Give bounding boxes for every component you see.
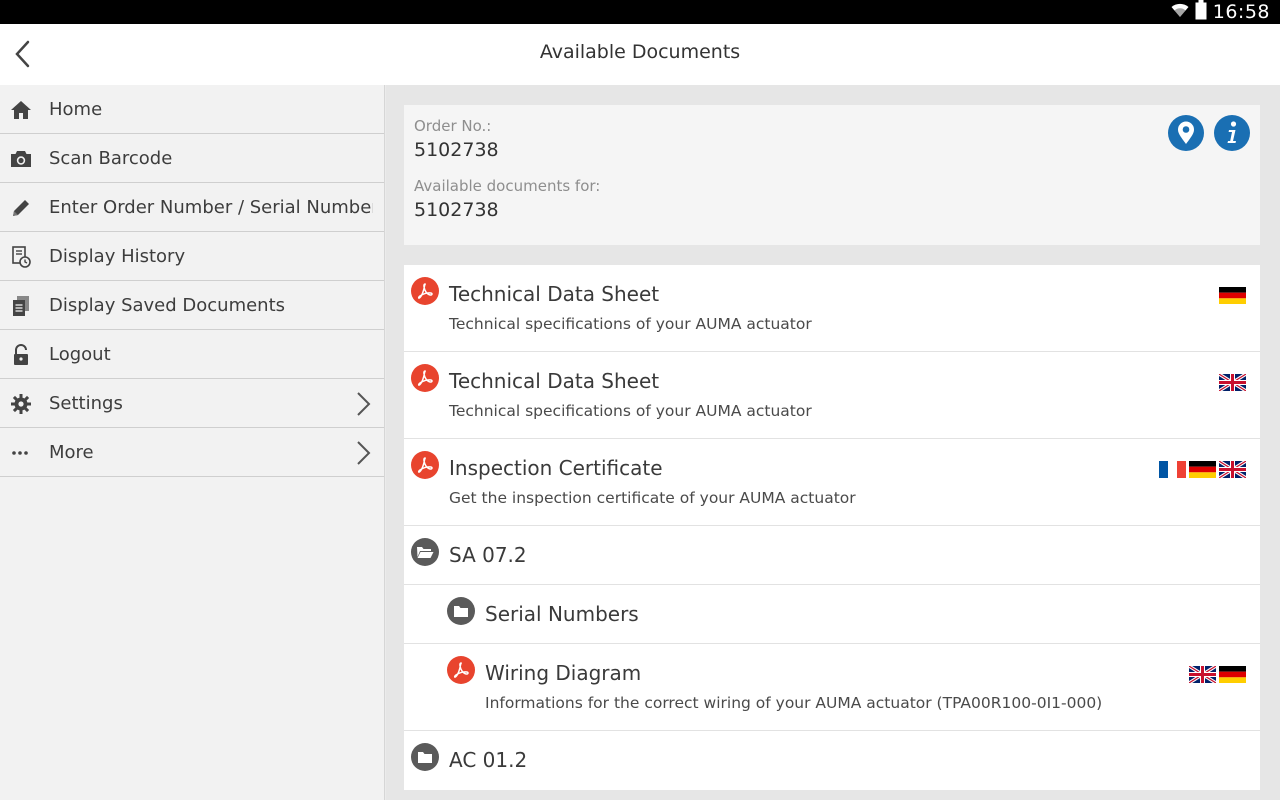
language-flags <box>1219 287 1246 304</box>
status-bar: 16:58 <box>0 0 1280 24</box>
pdf-icon <box>411 364 439 392</box>
list-item[interactable]: AC 01.2 <box>404 731 1260 790</box>
info-icon <box>1227 121 1237 143</box>
sidebar-item-display-history[interactable]: Display History <box>0 232 384 281</box>
folder-title: Serial Numbers <box>485 602 639 626</box>
order-info-card: Order No.: 5102738 Available documents f… <box>404 105 1260 245</box>
document-description: Informations for the correct wiring of y… <box>485 694 1103 712</box>
sidebar-item-label: Display History <box>49 245 186 267</box>
folder-title: SA 07.2 <box>449 543 527 567</box>
order-no-label: Order No.: <box>414 117 492 135</box>
chevron-right-icon <box>357 392 371 416</box>
document-description: Technical specifications of your AUMA ac… <box>449 315 812 333</box>
language-flags <box>1189 666 1246 683</box>
more-icon <box>10 442 32 464</box>
flag-de-icon[interactable] <box>1189 461 1216 478</box>
chevron-right-icon <box>357 441 371 465</box>
document-title: Technical Data Sheet <box>449 282 660 306</box>
history-icon <box>10 246 32 268</box>
document-list: Technical Data Sheet Technical specifica… <box>404 265 1260 790</box>
folder-icon <box>411 743 439 771</box>
document-title: Technical Data Sheet <box>449 369 660 393</box>
pdf-icon <box>411 277 439 305</box>
list-item[interactable]: Technical Data Sheet Technical specifica… <box>404 265 1260 352</box>
battery-icon <box>1195 0 1207 24</box>
flag-gb-icon[interactable] <box>1219 374 1246 391</box>
available-for-label: Available documents for: <box>414 177 601 195</box>
list-item[interactable]: Wiring Diagram Informations for the corr… <box>404 644 1260 731</box>
sidebar-item-label: Scan Barcode <box>49 147 173 169</box>
sidebar-item-label: Home <box>49 98 103 120</box>
sidebar-item-home[interactable]: Home <box>0 85 384 134</box>
sidebar: Home Scan Barcode Enter Order Number / S… <box>0 85 385 800</box>
language-flags <box>1159 461 1246 478</box>
main-content: Order No.: 5102738 Available documents f… <box>386 85 1280 800</box>
list-item[interactable]: Technical Data Sheet Technical specifica… <box>404 352 1260 439</box>
order-no-value: 5102738 <box>414 139 499 161</box>
document-title: Inspection Certificate <box>449 456 663 480</box>
language-flags <box>1219 374 1246 391</box>
sidebar-item-display-saved-documents[interactable]: Display Saved Documents <box>0 281 384 330</box>
info-button[interactable] <box>1214 115 1250 151</box>
document-title: Wiring Diagram <box>485 661 642 685</box>
sidebar-item-logout[interactable]: Logout <box>0 330 384 379</box>
pdf-icon <box>447 656 475 684</box>
list-item[interactable]: Inspection Certificate Get the inspectio… <box>404 439 1260 526</box>
sidebar-item-scan-barcode[interactable]: Scan Barcode <box>0 134 384 183</box>
home-icon <box>10 99 32 121</box>
flag-gb-icon[interactable] <box>1219 461 1246 478</box>
sidebar-item-label: Enter Order Number / Serial Number... <box>49 196 373 218</box>
flag-de-icon[interactable] <box>1219 666 1246 683</box>
flag-gb-icon[interactable] <box>1189 666 1216 683</box>
clock: 16:58 <box>1212 1 1270 23</box>
pencil-icon <box>10 197 32 219</box>
wifi-icon <box>1171 2 1189 22</box>
map-pin-icon <box>1178 121 1194 144</box>
pdf-icon <box>411 451 439 479</box>
camera-icon <box>10 148 32 170</box>
flag-de-icon[interactable] <box>1219 287 1246 304</box>
gear-icon <box>10 393 32 415</box>
app-bar: Available Documents <box>0 24 1280 85</box>
location-button[interactable] <box>1168 115 1204 151</box>
status-icons: 16:58 <box>1171 0 1270 24</box>
document-description: Technical specifications of your AUMA ac… <box>449 402 812 420</box>
page-title: Available Documents <box>539 41 741 63</box>
sidebar-item-settings[interactable]: Settings <box>0 379 384 428</box>
documents-icon <box>10 295 32 317</box>
sidebar-item-label: Settings <box>49 392 123 414</box>
folder-title: AC 01.2 <box>449 748 528 772</box>
unlock-icon <box>10 344 32 366</box>
sidebar-item-more[interactable]: More <box>0 428 384 477</box>
sidebar-item-label: Display Saved Documents <box>49 294 286 316</box>
list-item[interactable]: Serial Numbers <box>404 585 1260 644</box>
list-item[interactable]: SA 07.2 <box>404 526 1260 585</box>
sidebar-item-enter-order-number[interactable]: Enter Order Number / Serial Number... <box>0 183 384 232</box>
sidebar-item-label: Logout <box>49 343 111 365</box>
folder-open-icon <box>411 538 439 566</box>
sidebar-item-label: More <box>49 441 94 463</box>
flag-fr-icon[interactable] <box>1159 461 1186 478</box>
document-description: Get the inspection certificate of your A… <box>449 489 856 507</box>
folder-icon <box>447 597 475 625</box>
available-for-value: 5102738 <box>414 199 499 221</box>
